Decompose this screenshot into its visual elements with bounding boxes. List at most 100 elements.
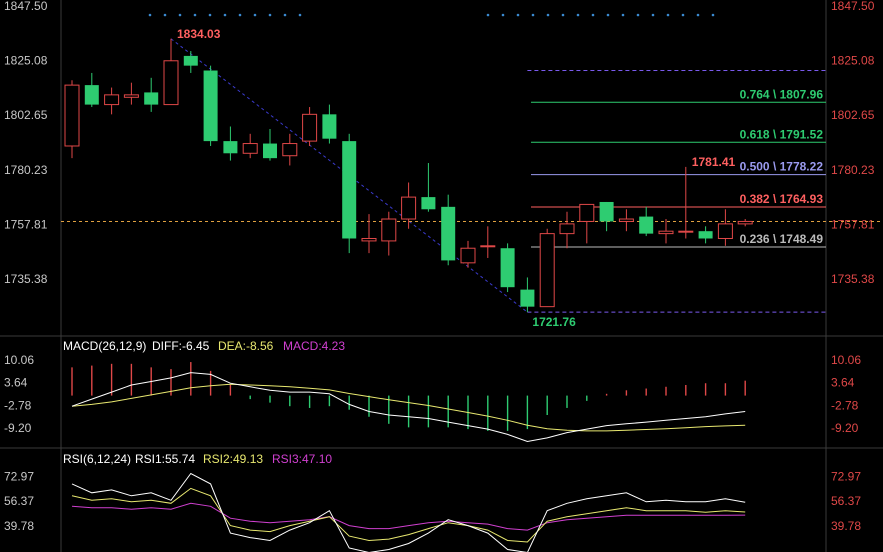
top-dot-marker bbox=[666, 13, 670, 17]
price-tick-right: 1780.23 bbox=[831, 163, 875, 177]
top-dot-marker bbox=[298, 13, 302, 17]
top-dot-marker bbox=[193, 13, 197, 17]
fib-level-label: 0.618 \ 1791.52 bbox=[740, 127, 824, 141]
top-dot-marker bbox=[636, 13, 640, 17]
price-tick-right: 1825.08 bbox=[831, 54, 875, 68]
candle-body bbox=[599, 201, 614, 222]
top-dot-marker bbox=[208, 13, 212, 17]
candle-body bbox=[717, 223, 733, 239]
price-annotation: 1834.03 bbox=[177, 27, 221, 41]
top-dot-marker bbox=[148, 13, 152, 17]
candle-body bbox=[678, 230, 694, 233]
candle-body bbox=[381, 218, 397, 242]
top-dot-marker bbox=[561, 13, 565, 17]
rsi1-value: RSI1:55.74 bbox=[135, 452, 195, 466]
price-tick-left: 1757.81 bbox=[4, 217, 48, 231]
top-dot-marker bbox=[531, 13, 535, 17]
top-dot-marker bbox=[178, 13, 182, 17]
top-dot-marker bbox=[711, 13, 715, 17]
price-tick-left: 1825.08 bbox=[4, 54, 48, 68]
candle-body bbox=[183, 55, 198, 66]
price-annotation: 1781.41 bbox=[692, 155, 736, 169]
candle-body bbox=[658, 230, 674, 235]
candle-body bbox=[421, 197, 436, 210]
price-tick-left: 1802.65 bbox=[4, 108, 48, 122]
top-dot-marker bbox=[223, 13, 227, 17]
fib-level-label: 0.764 \ 1807.96 bbox=[740, 87, 824, 101]
candle-body bbox=[520, 289, 535, 307]
top-dot-marker bbox=[651, 13, 655, 17]
macd-tick-right: -2.78 bbox=[831, 398, 859, 412]
top-dot-marker bbox=[591, 13, 595, 17]
candle-body bbox=[223, 141, 238, 154]
candle-body bbox=[342, 141, 357, 239]
candle-body bbox=[282, 143, 298, 157]
macd-label: MACD(26,12,9) bbox=[63, 339, 146, 353]
price-annotation: 1721.76 bbox=[532, 315, 576, 329]
rsi-tick-right: 56.37 bbox=[831, 494, 861, 508]
candle-body bbox=[698, 231, 713, 239]
macd-tick-left: 3.64 bbox=[4, 376, 28, 390]
macd-tick-left: -2.78 bbox=[4, 398, 32, 412]
candle-body bbox=[460, 247, 476, 264]
macd-macd-value: MACD:4.23 bbox=[283, 339, 345, 353]
top-dot-marker bbox=[163, 13, 167, 17]
rsi3-line bbox=[71, 502, 746, 531]
candle-body bbox=[361, 237, 377, 242]
price-tick-left: 1847.50 bbox=[4, 0, 48, 13]
top-dot-marker bbox=[501, 13, 505, 17]
candle-body bbox=[639, 216, 654, 234]
macd-tick-right: -9.20 bbox=[831, 421, 859, 435]
fib-level-label: 0.236 \ 1748.49 bbox=[740, 232, 824, 246]
price-tick-left: 1780.23 bbox=[4, 163, 48, 177]
candle-body bbox=[104, 94, 120, 106]
candle-body bbox=[302, 113, 318, 142]
price-tick-left: 1735.38 bbox=[4, 272, 48, 286]
top-dot-marker bbox=[238, 13, 242, 17]
candle-body bbox=[579, 203, 595, 222]
candle-body bbox=[441, 206, 456, 261]
rsi-tick-left: 72.97 bbox=[4, 469, 34, 483]
price-tick-right: 1847.50 bbox=[831, 0, 875, 13]
candle-body bbox=[64, 84, 80, 147]
candle-body bbox=[242, 143, 258, 154]
rsi-tick-right: 72.97 bbox=[831, 469, 861, 483]
candle-body bbox=[480, 245, 496, 248]
fib-level-label: 0.500 \ 1778.22 bbox=[740, 160, 824, 174]
price-tick-right: 1757.81 bbox=[831, 217, 875, 231]
macd-dea-value: DEA:-8.56 bbox=[218, 339, 274, 353]
candle-body bbox=[618, 218, 634, 222]
rsi-tick-left: 56.37 bbox=[4, 494, 34, 508]
top-dot-marker bbox=[576, 13, 580, 17]
candle-body bbox=[123, 94, 139, 98]
top-dot-marker bbox=[268, 13, 272, 17]
chart-root: { "colors": { "up": "#e04848", "down": "… bbox=[0, 0, 883, 552]
candle-body bbox=[559, 223, 575, 235]
top-dot-marker bbox=[606, 13, 610, 17]
candle-body bbox=[401, 196, 417, 220]
macd-tick-right: 10.06 bbox=[831, 353, 861, 367]
candle-body bbox=[322, 114, 337, 139]
rsi2-value: RSI2:49.13 bbox=[203, 452, 263, 466]
rsi3-value: RSI3:47.10 bbox=[272, 452, 332, 466]
macd-tick-left: 10.06 bbox=[4, 353, 34, 367]
top-dot-marker bbox=[253, 13, 257, 17]
candle-body bbox=[500, 248, 515, 288]
top-dot-marker bbox=[546, 13, 550, 17]
top-dot-marker bbox=[486, 13, 490, 17]
candle-body bbox=[144, 92, 159, 105]
fib-level-label: 0.382 \ 1764.93 bbox=[740, 192, 824, 206]
rsi-label: RSI(6,12,24) bbox=[63, 452, 131, 466]
candle-body bbox=[163, 60, 179, 106]
price-tick-right: 1735.38 bbox=[831, 272, 875, 286]
candle-body bbox=[203, 70, 218, 142]
candle-body bbox=[263, 143, 277, 159]
rsi-tick-right: 39.78 bbox=[831, 519, 861, 533]
candle-body bbox=[737, 220, 753, 225]
top-dot-marker bbox=[681, 13, 685, 17]
price-tick-right: 1802.65 bbox=[831, 108, 875, 122]
candle-body bbox=[84, 85, 99, 105]
top-dot-marker bbox=[516, 13, 520, 17]
macd-tick-right: 3.64 bbox=[831, 376, 855, 390]
macd-tick-left: -9.20 bbox=[4, 421, 32, 435]
